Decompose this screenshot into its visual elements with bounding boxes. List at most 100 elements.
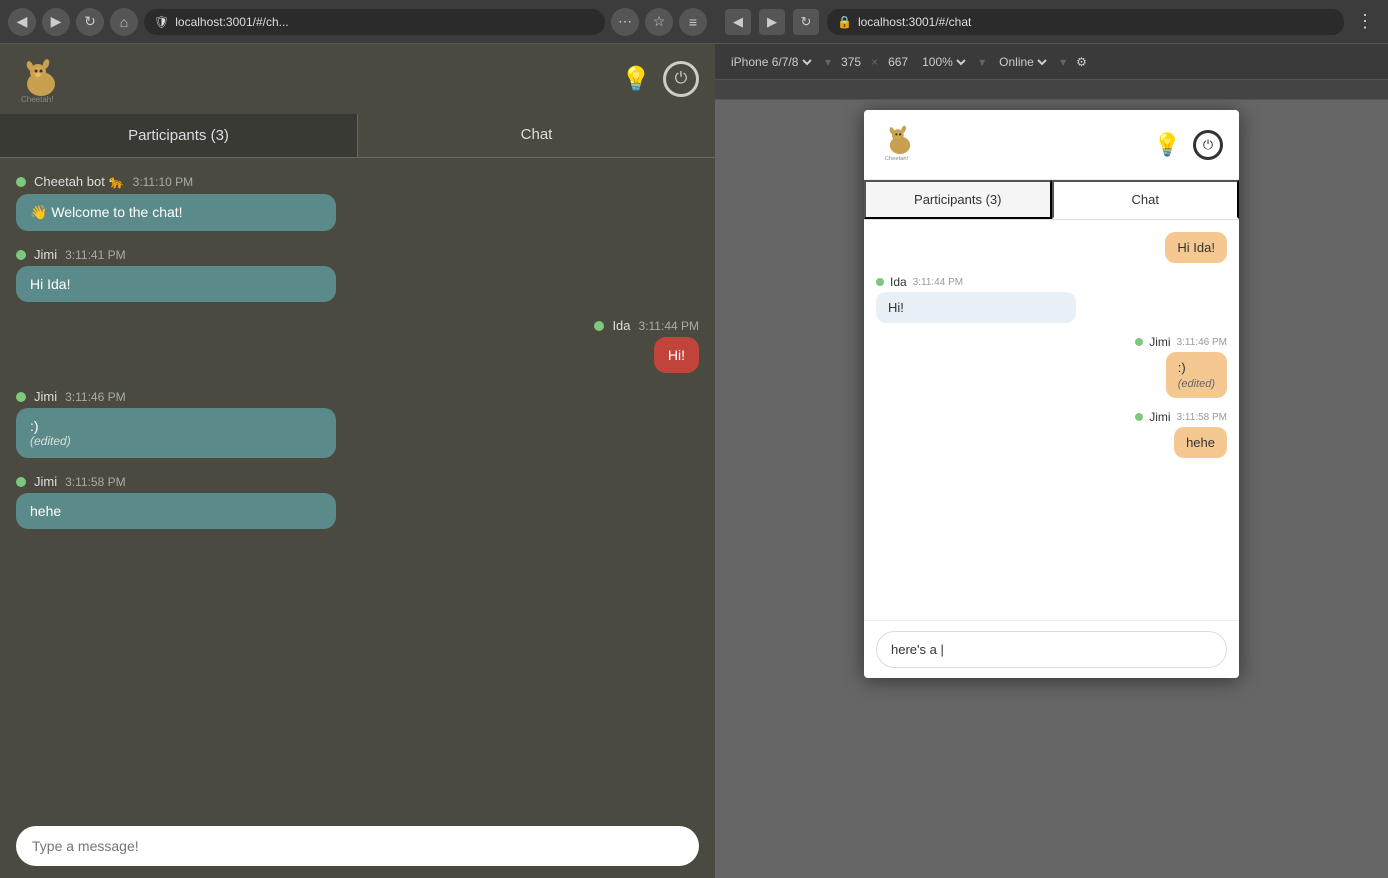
logo-area: Cheetah! — [16, 54, 66, 104]
phone-online-indicator — [1135, 338, 1143, 346]
message-input[interactable] — [16, 826, 699, 866]
shield-icon: 🛡 — [154, 15, 169, 29]
devtools-back[interactable]: ◀ — [725, 9, 751, 35]
devtools-toolbar: ◀ ▶ ↻ 🔒 localhost:3001/#/chat ⋮ — [715, 0, 1388, 44]
message-bubble: :)(edited) — [16, 408, 336, 458]
separator2: ▾ — [979, 55, 985, 69]
forward-button[interactable]: ▶ — [42, 8, 70, 36]
sender-name: Jimi — [34, 247, 57, 262]
phone-tab-participants[interactable]: Participants (3) — [864, 180, 1052, 219]
phone-sender-name: Ida — [890, 275, 907, 289]
list-item: Jimi 3:11:58 PM hehe — [876, 410, 1227, 458]
list-item: Jimi 3:11:58 PM hehe — [16, 474, 699, 529]
phone-power-icon[interactable]: ⏻ — [1193, 130, 1223, 160]
header-icons: 💡 ⏻ — [621, 61, 699, 97]
phone-sender-name: Jimi — [1149, 410, 1170, 424]
online-indicator — [16, 477, 26, 487]
zoom-selector[interactable]: 100% — [918, 54, 969, 70]
sender-name: Jimi — [34, 474, 57, 489]
phone-online-indicator — [1135, 413, 1143, 421]
device-selector[interactable]: iPhone 6/7/8 — [727, 54, 815, 70]
devtools-menu-button[interactable]: ⋮ — [1352, 9, 1378, 35]
message-meta: Jimi 3:11:46 PM — [16, 389, 699, 404]
lock-icon: 🔒 — [837, 15, 852, 29]
phone-chat-messages: Hi Ida! Ida 3:11:44 PM Hi! Jimi — [864, 220, 1239, 620]
phone-tabs: Participants (3) Chat — [864, 180, 1239, 220]
phone-tab-chat[interactable]: Chat — [1052, 180, 1240, 219]
phone-edited-label: (edited) — [1178, 378, 1215, 390]
devtools-url-text: localhost:3001/#/chat — [858, 15, 971, 29]
svg-text:Cheetah!: Cheetah! — [885, 156, 909, 162]
message-bubble: Hi! — [654, 337, 699, 373]
device-width: 375 — [841, 55, 861, 69]
app-header: Cheetah! 💡 ⏻ — [0, 44, 715, 114]
online-indicator — [16, 177, 26, 187]
home-button[interactable]: ⌂ — [110, 8, 138, 36]
tab-chat[interactable]: Chat — [358, 114, 715, 157]
phone-online-indicator — [876, 278, 884, 286]
phone-container: Cheetah! 💡 ⏻ Participants (3) Chat — [715, 100, 1388, 878]
svg-text:Cheetah!: Cheetah! — [21, 95, 53, 104]
chat-messages: Cheetah bot 🐆 3:11:10 PM 👋 Welcome to th… — [0, 158, 715, 814]
phone-bulb-icon[interactable]: 💡 — [1154, 132, 1181, 158]
list-item: Jimi 3:11:41 PM Hi Ida! — [16, 247, 699, 302]
power-icon[interactable]: ⏻ — [663, 61, 699, 97]
devtools-panel: ◀ ▶ ↻ 🔒 localhost:3001/#/chat ⋮ iPhone 6… — [715, 0, 1388, 878]
extensions-button[interactable]: ⋯ — [611, 8, 639, 36]
message-time: 3:11:46 PM — [65, 390, 125, 404]
phone-input-area — [864, 620, 1239, 678]
list-item: Cheetah bot 🐆 3:11:10 PM 👋 Welcome to th… — [16, 174, 699, 231]
browser-toolbar: ◀ ▶ ↻ ⌂ 🛡 localhost:3001/#/ch... ⋯ ☆ ≡ — [0, 0, 715, 44]
chat-input-area — [0, 814, 715, 878]
phone-message-bubble: :)(edited) — [1166, 352, 1227, 398]
phone-message-time: 3:11:58 PM — [1177, 412, 1227, 423]
phone-message-meta: Jimi 3:11:58 PM — [1135, 410, 1227, 424]
more-button[interactable]: ≡ — [679, 8, 707, 36]
url-bar[interactable]: 🛡 localhost:3001/#/ch... — [144, 9, 605, 35]
list-item: Hi Ida! — [876, 232, 1227, 263]
phone-header-icons: 💡 ⏻ — [1154, 130, 1223, 160]
edited-label: (edited) — [30, 434, 322, 448]
phone-sender-name: Jimi — [1149, 335, 1170, 349]
devtools-url-bar[interactable]: 🔒 localhost:3001/#/chat — [827, 9, 1344, 35]
phone-message-meta: Ida 3:11:44 PM — [876, 275, 1227, 289]
tabs: Participants (3) Chat — [0, 114, 715, 158]
phone-logo-area: Cheetah! — [880, 122, 920, 167]
phone-message-time: 3:11:44 PM — [913, 277, 963, 288]
message-meta: Cheetah bot 🐆 3:11:10 PM — [16, 174, 699, 190]
ruler-area — [715, 80, 1388, 100]
sender-name: Jimi — [34, 389, 57, 404]
tab-participants[interactable]: Participants (3) — [0, 114, 358, 157]
online-indicator — [594, 321, 604, 331]
devtools-forward[interactable]: ▶ — [759, 9, 785, 35]
message-meta: Jimi 3:11:58 PM — [16, 474, 699, 489]
cheetah-logo: Cheetah! — [16, 54, 66, 104]
phone-message-bubble: hehe — [1174, 427, 1227, 458]
phone-message-meta: Jimi 3:11:46 PM — [1135, 335, 1227, 349]
phone-cheetah-logo: Cheetah! — [880, 122, 920, 162]
sender-name: Cheetah bot 🐆 — [34, 174, 125, 190]
settings-icon: ⚙ — [1076, 55, 1087, 69]
list-item: Ida 3:11:44 PM Hi! — [876, 275, 1227, 323]
connection-selector[interactable]: Online — [995, 54, 1050, 70]
back-button[interactable]: ◀ — [8, 8, 36, 36]
message-time: 3:11:44 PM — [639, 319, 699, 333]
device-height: 667 — [888, 55, 908, 69]
list-item: Jimi 3:11:46 PM :)(edited) — [876, 335, 1227, 398]
phone-message-input[interactable] — [876, 631, 1227, 668]
message-meta: Ida 3:11:44 PM — [594, 318, 699, 333]
devtools-refresh[interactable]: ↻ — [793, 9, 819, 35]
separator: ▾ — [825, 55, 831, 69]
device-toolbar: iPhone 6/7/8 ▾ 375 × 667 100% ▾ Online ▾… — [715, 44, 1388, 80]
online-indicator — [16, 250, 26, 260]
bulb-icon[interactable]: 💡 — [621, 65, 651, 94]
message-time: 3:11:41 PM — [65, 248, 125, 262]
refresh-button[interactable]: ↻ — [76, 8, 104, 36]
x-separator: × — [871, 55, 878, 69]
phone-frame: Cheetah! 💡 ⏻ Participants (3) Chat — [864, 110, 1239, 678]
message-bubble: 👋 Welcome to the chat! — [16, 194, 336, 231]
app-content: Cheetah! 💡 ⏻ Participants (3) Chat Cheet… — [0, 44, 715, 878]
url-text: localhost:3001/#/ch... — [175, 15, 288, 29]
message-time: 3:11:10 PM — [133, 175, 193, 189]
bookmark-button[interactable]: ☆ — [645, 8, 673, 36]
